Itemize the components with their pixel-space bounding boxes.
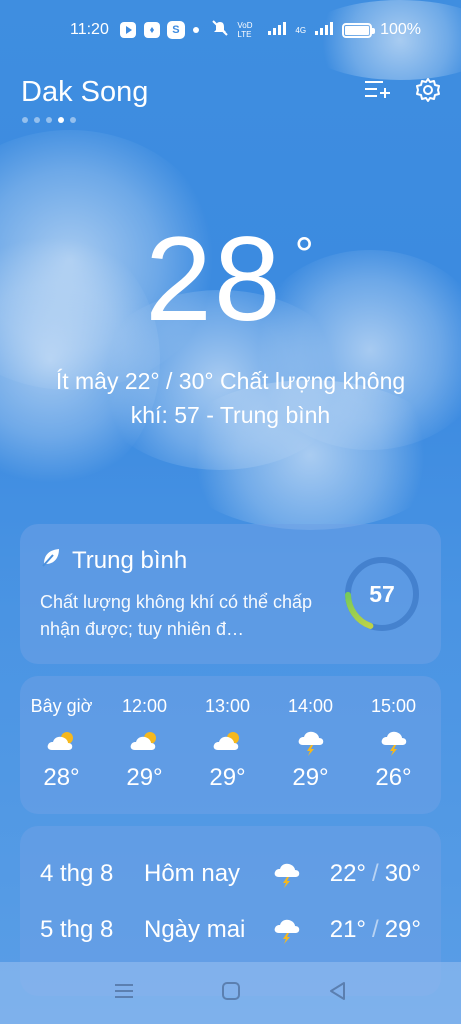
page-indicator — [22, 117, 76, 123]
day-high: 29° — [384, 916, 421, 943]
daily-row[interactable]: 5 thg 8 Ngày mai 21°/29° — [40, 902, 421, 958]
hour-label: 13:00 — [204, 696, 251, 716]
page-dot — [58, 117, 64, 123]
hourly-item: 13:00 29° — [186, 696, 269, 814]
day-date: 4 thg 8 — [40, 860, 114, 887]
degree-symbol: ° — [294, 229, 316, 282]
hour-temperature: 29° — [292, 764, 329, 791]
hourly-item: 15:00 26° — [352, 696, 435, 814]
hour-label: 15:00 — [370, 696, 417, 716]
page-dot — [70, 117, 76, 123]
signal-4g-icon — [314, 20, 334, 41]
weather-summary: Ít mây 22° / 30° Chất lượng không khí: 5… — [55, 368, 406, 428]
battery-icon — [342, 22, 376, 38]
partly-cloudy-icon — [46, 728, 78, 756]
day-name: Hôm nay — [144, 860, 241, 887]
city-name[interactable]: Dak Song — [21, 76, 148, 109]
hour-label: 12:00 — [121, 696, 168, 716]
location-dot-icon — [22, 117, 28, 123]
hour-temperature: 28° — [43, 764, 80, 791]
day-low: 22° — [329, 860, 367, 887]
day-temperature-range: 21°/29° — [330, 916, 421, 944]
play-icon — [119, 21, 137, 39]
header: Dak Song — [21, 70, 441, 114]
navigation-bar — [0, 962, 461, 1024]
notification-dot-icon — [191, 25, 201, 35]
hourly-forecast-card[interactable]: Bây giờ 28° 12:00 29° 13:00 29° 14:00 29° 15:00 2… — [20, 676, 441, 814]
air-quality-description: Chất lượng không khí có thể chấp nhận đư… — [40, 592, 313, 639]
air-quality-card[interactable]: Trung bình Chất lượng không khí có thể c… — [20, 524, 441, 664]
status-time: 11:20 — [70, 21, 109, 38]
page-dot — [34, 117, 40, 123]
settings-gear-icon[interactable] — [415, 77, 441, 108]
messenger-icon — [143, 21, 161, 39]
temperature-separator: / — [372, 860, 379, 887]
day-high: 30° — [384, 860, 421, 887]
home-icon[interactable] — [220, 980, 242, 1007]
network-label: VoD LTE — [237, 21, 253, 39]
recent-apps-icon[interactable] — [113, 981, 135, 1006]
day-temperature-range: 22°/30° — [330, 860, 421, 888]
hour-temperature: 29° — [209, 764, 246, 791]
page-dot — [46, 117, 52, 123]
status-bar: 11:20 S VoD LTE 4G 100% — [0, 0, 461, 60]
leaf-icon — [40, 546, 62, 575]
back-icon[interactable] — [327, 980, 349, 1007]
day-low: 21° — [329, 916, 367, 943]
day-name: Ngày mai — [144, 916, 246, 943]
air-quality-value: 57 — [369, 580, 395, 607]
hourly-item: Bây giờ 28° — [20, 696, 103, 814]
signal-icon — [267, 20, 287, 41]
shopee-icon: S — [166, 21, 185, 39]
current-temperature-value: 28 — [145, 212, 283, 346]
daily-row[interactable]: 4 thg 8 Hôm nay 22°/30° — [40, 846, 421, 902]
air-quality-title: Trung bình — [72, 546, 188, 574]
air-quality-gauge: 57 — [343, 555, 421, 633]
hourly-item: 12:00 29° — [103, 696, 186, 814]
thunderstorm-icon — [379, 728, 409, 756]
shopee-glyph: S — [166, 21, 185, 39]
temperature-separator: / — [372, 916, 379, 943]
thunderstorm-icon — [296, 728, 326, 756]
battery-text: 100% — [380, 21, 421, 38]
manage-cities-icon[interactable] — [363, 78, 391, 107]
mute-icon — [211, 19, 229, 42]
day-date: 5 thg 8 — [40, 916, 114, 943]
hour-temperature: 26° — [375, 764, 412, 791]
thunderstorm-icon — [272, 916, 316, 944]
signal-4g-label: 4G — [295, 25, 307, 35]
partly-cloudy-icon — [129, 728, 161, 756]
current-temperature: 28 ° — [0, 210, 461, 348]
thunderstorm-icon — [272, 860, 316, 888]
hour-label: Bây giờ — [30, 696, 93, 716]
hourly-item: 14:00 29° — [269, 696, 352, 814]
hour-temperature: 29° — [126, 764, 163, 791]
partly-cloudy-icon — [212, 728, 244, 756]
hour-label: 14:00 — [287, 696, 334, 716]
